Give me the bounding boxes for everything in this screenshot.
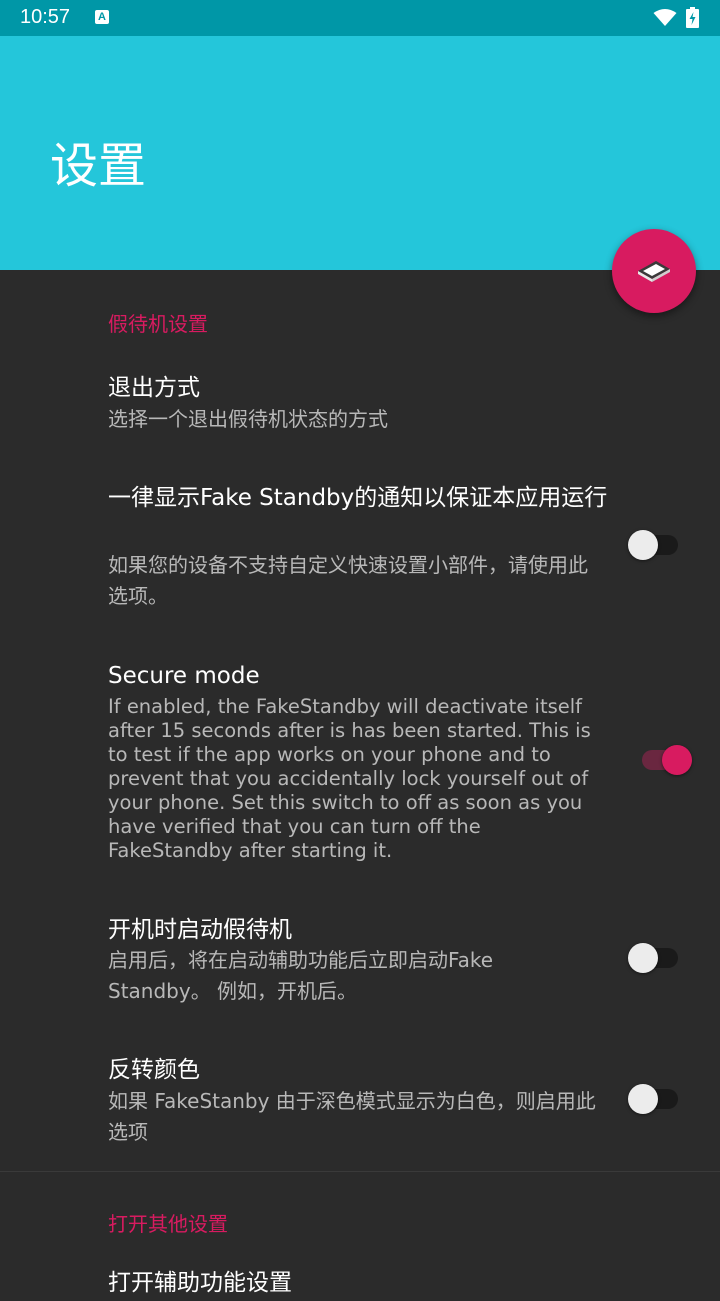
always-notify-switch[interactable] — [628, 525, 682, 565]
pref-invert-colors-summary: 如果 FakeStanby 由于深色模式显示为白色，则启用此选项 — [108, 1089, 596, 1144]
start-on-boot-switch[interactable] — [628, 938, 682, 978]
a-notification-icon: A — [95, 10, 109, 24]
status-bar: 10:57 A — [0, 0, 720, 36]
status-time: 10:57 — [20, 6, 71, 28]
wifi-icon — [653, 9, 677, 26]
pref-exit-method-title: 退出方式 — [108, 375, 200, 401]
pref-start-on-boot-summary: 启用后，将在启动辅助功能后立即启动Fake Standby。 例如，开机后。 — [108, 948, 494, 1003]
standby-fab-button[interactable] — [612, 229, 696, 313]
battery-charging-icon — [686, 7, 699, 28]
section-divider — [0, 1171, 720, 1172]
pref-accessibility-settings-title: 打开辅助功能设置 — [108, 1270, 292, 1296]
switch-thumb — [628, 1084, 658, 1114]
pref-always-notify-summary: 如果您的设备不支持自定义快速设置小部件，请使用此选项。 — [108, 553, 588, 608]
pref-exit-method-summary: 选择一个退出假待机状态的方式 — [108, 407, 388, 431]
pref-secure-mode-summary: If enabled, the FakeStandby will deactiv… — [108, 695, 591, 862]
settings-list: 假待机设置 退出方式 选择一个退出假待机状态的方式 一律显示Fake Stand… — [0, 270, 720, 1296]
pref-secure-mode-title: Secure mode — [108, 663, 260, 689]
switch-thumb — [628, 530, 658, 560]
pref-always-notify-title: 一律显示Fake Standby的通知以保证本应用运行 — [108, 485, 608, 511]
secure-mode-switch[interactable] — [638, 740, 692, 780]
invert-colors-switch[interactable] — [628, 1079, 682, 1119]
section-header-other-settings: 打开其他设置 — [108, 1212, 228, 1236]
switch-thumb — [628, 943, 658, 973]
switch-thumb — [662, 745, 692, 775]
pref-invert-colors-title: 反转颜色 — [108, 1057, 200, 1083]
standby-device-icon — [638, 261, 670, 282]
pref-start-on-boot-title: 开机时启动假待机 — [108, 917, 292, 943]
page-title: 设置 — [50, 138, 147, 194]
section-header-fake-standby: 假待机设置 — [108, 312, 208, 336]
